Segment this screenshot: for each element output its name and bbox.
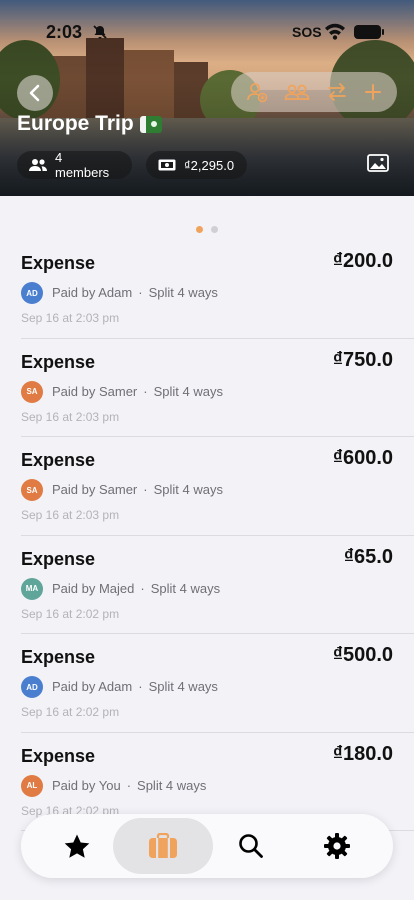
expense-meta: Paid by You · Split 4 ways [52,778,206,793]
expense-title: Expense [21,450,96,470]
separator-dot: · [126,777,132,793]
expense-row[interactable]: Expense ₫500.0 AD Paid by Adam · Split 4 ways… [21,634,414,733]
people-icon [284,84,310,100]
gear-icon [324,833,350,859]
paid-by: Paid by Adam [52,679,133,694]
split-info: Split 4 ways [137,777,207,793]
photo-icon [367,154,389,172]
paid-by: Paid by Majed [52,580,135,596]
status-time: 2:03 [46,22,83,42]
tab-bar [21,814,393,878]
avatar: AD [21,676,43,698]
avatar: AL [21,774,43,797]
expense-row[interactable]: Expense ₫600.0 SA Paid by Samer · Split 4 way… [21,437,414,536]
change-cover-button[interactable] [367,154,389,172]
expense-title: Expense [21,745,96,766]
trip-title: Europe Trip [17,112,162,136]
person-add-icon [247,83,268,103]
banknote-icon [158,159,176,171]
people-icon [29,159,47,171]
members-chip[interactable]: 4 members [17,150,132,180]
add-expense-button[interactable] [361,80,385,104]
transfer-button[interactable] [325,80,349,104]
avatar: MA [21,577,43,600]
expense-date: Sep 16 at 2:03 pm [21,409,120,424]
expense-date: Sep 16 at 2:03 pm [21,311,120,325]
battery-icon [354,25,384,39]
tab-search[interactable] [213,818,289,874]
back-button[interactable] [17,75,53,111]
expense-meta: Paid by Majed · Split 4 ways [52,581,220,596]
avatar: SA [21,380,43,403]
trip-title-text: Europe Trip [17,112,134,135]
split-info: Split 4 ways [153,482,223,497]
status-bar: 2:03 SOS [0,0,414,54]
avatar: SA [21,479,43,501]
sos-indicator: SOS [292,24,322,40]
paid-by: Paid by Adam [52,285,133,300]
expense-amount: ₫65.0 [343,545,393,568]
tab-trips[interactable] [113,818,213,874]
total-amount: ₫2,295.0 [184,157,235,173]
chevron-left-icon [29,84,40,102]
trip-actions [231,72,397,112]
expense-meta: Paid by Samer · Split 4 ways [52,384,223,399]
arrows-swap-icon [328,83,346,101]
expense-amount: ₫500.0 [332,644,393,666]
search-icon [239,834,263,858]
split-info: Split 4 ways [148,679,218,694]
separator-dot: · [138,679,143,694]
expense-amount: ₫180.0 [332,742,393,765]
members-count: 4 members [55,150,110,180]
expense-title: Expense [21,351,96,372]
expense-date: Sep 16 at 2:02 pm [21,606,120,621]
expense-meta: Paid by Adam · Split 4 ways [52,679,218,694]
expense-amount: ₫750.0 [332,348,393,371]
page-dot-1[interactable] [196,226,203,233]
split-info: Split 4 ways [150,580,221,596]
expense-meta: Paid by Samer · Split 4 ways [52,482,223,497]
expense-date: Sep 16 at 2:03 pm [21,508,120,522]
expense-amount: ₫600.0 [332,447,393,469]
separator-dot: · [143,383,148,399]
star-icon [64,834,90,858]
expense-title: Expense [21,253,96,273]
split-info: Split 4 ways [148,285,218,300]
expense-row[interactable]: Expense ₫65.0 MA Paid by Majed · Split 4 ways… [21,536,414,634]
expense-date: Sep 16 at 2:02 pm [21,705,120,719]
avatar: AD [21,282,43,304]
expense-row[interactable]: Expense ₫200.0 AD Paid by Adam · Split 4 ways… [21,240,414,339]
members-button[interactable] [283,80,311,104]
expense-amount: ₫200.0 [332,250,393,272]
expense-meta: Paid by Adam · Split 4 ways [52,285,218,300]
page-indicator[interactable] [196,226,218,233]
add-member-button[interactable] [245,80,269,104]
page-dot-2[interactable] [211,226,218,233]
separator-dot: · [140,580,145,596]
separator-dot: · [138,285,143,300]
wifi-icon [325,23,345,40]
separator-dot: · [143,482,148,497]
money-flag-icon [139,115,162,133]
tab-settings[interactable] [301,818,373,874]
tab-favorites[interactable] [41,818,113,874]
expense-title: Expense [21,647,96,667]
briefcase-icon [149,833,177,858]
expense-title: Expense [21,548,96,569]
bell-slash-icon [93,25,107,39]
paid-by: Paid by Samer [52,482,138,497]
expense-list: Expense ₫200.0 AD Paid by Adam · Split 4 ways… [0,240,414,831]
paid-by: Paid by You [52,777,121,793]
plus-icon [365,84,381,100]
paid-by: Paid by Samer [52,383,138,399]
expense-row[interactable]: Expense ₫750.0 SA Paid by Samer · Split 4 way… [21,339,414,437]
split-info: Split 4 ways [153,383,223,399]
total-chip[interactable]: ₫2,295.0 [146,151,247,179]
